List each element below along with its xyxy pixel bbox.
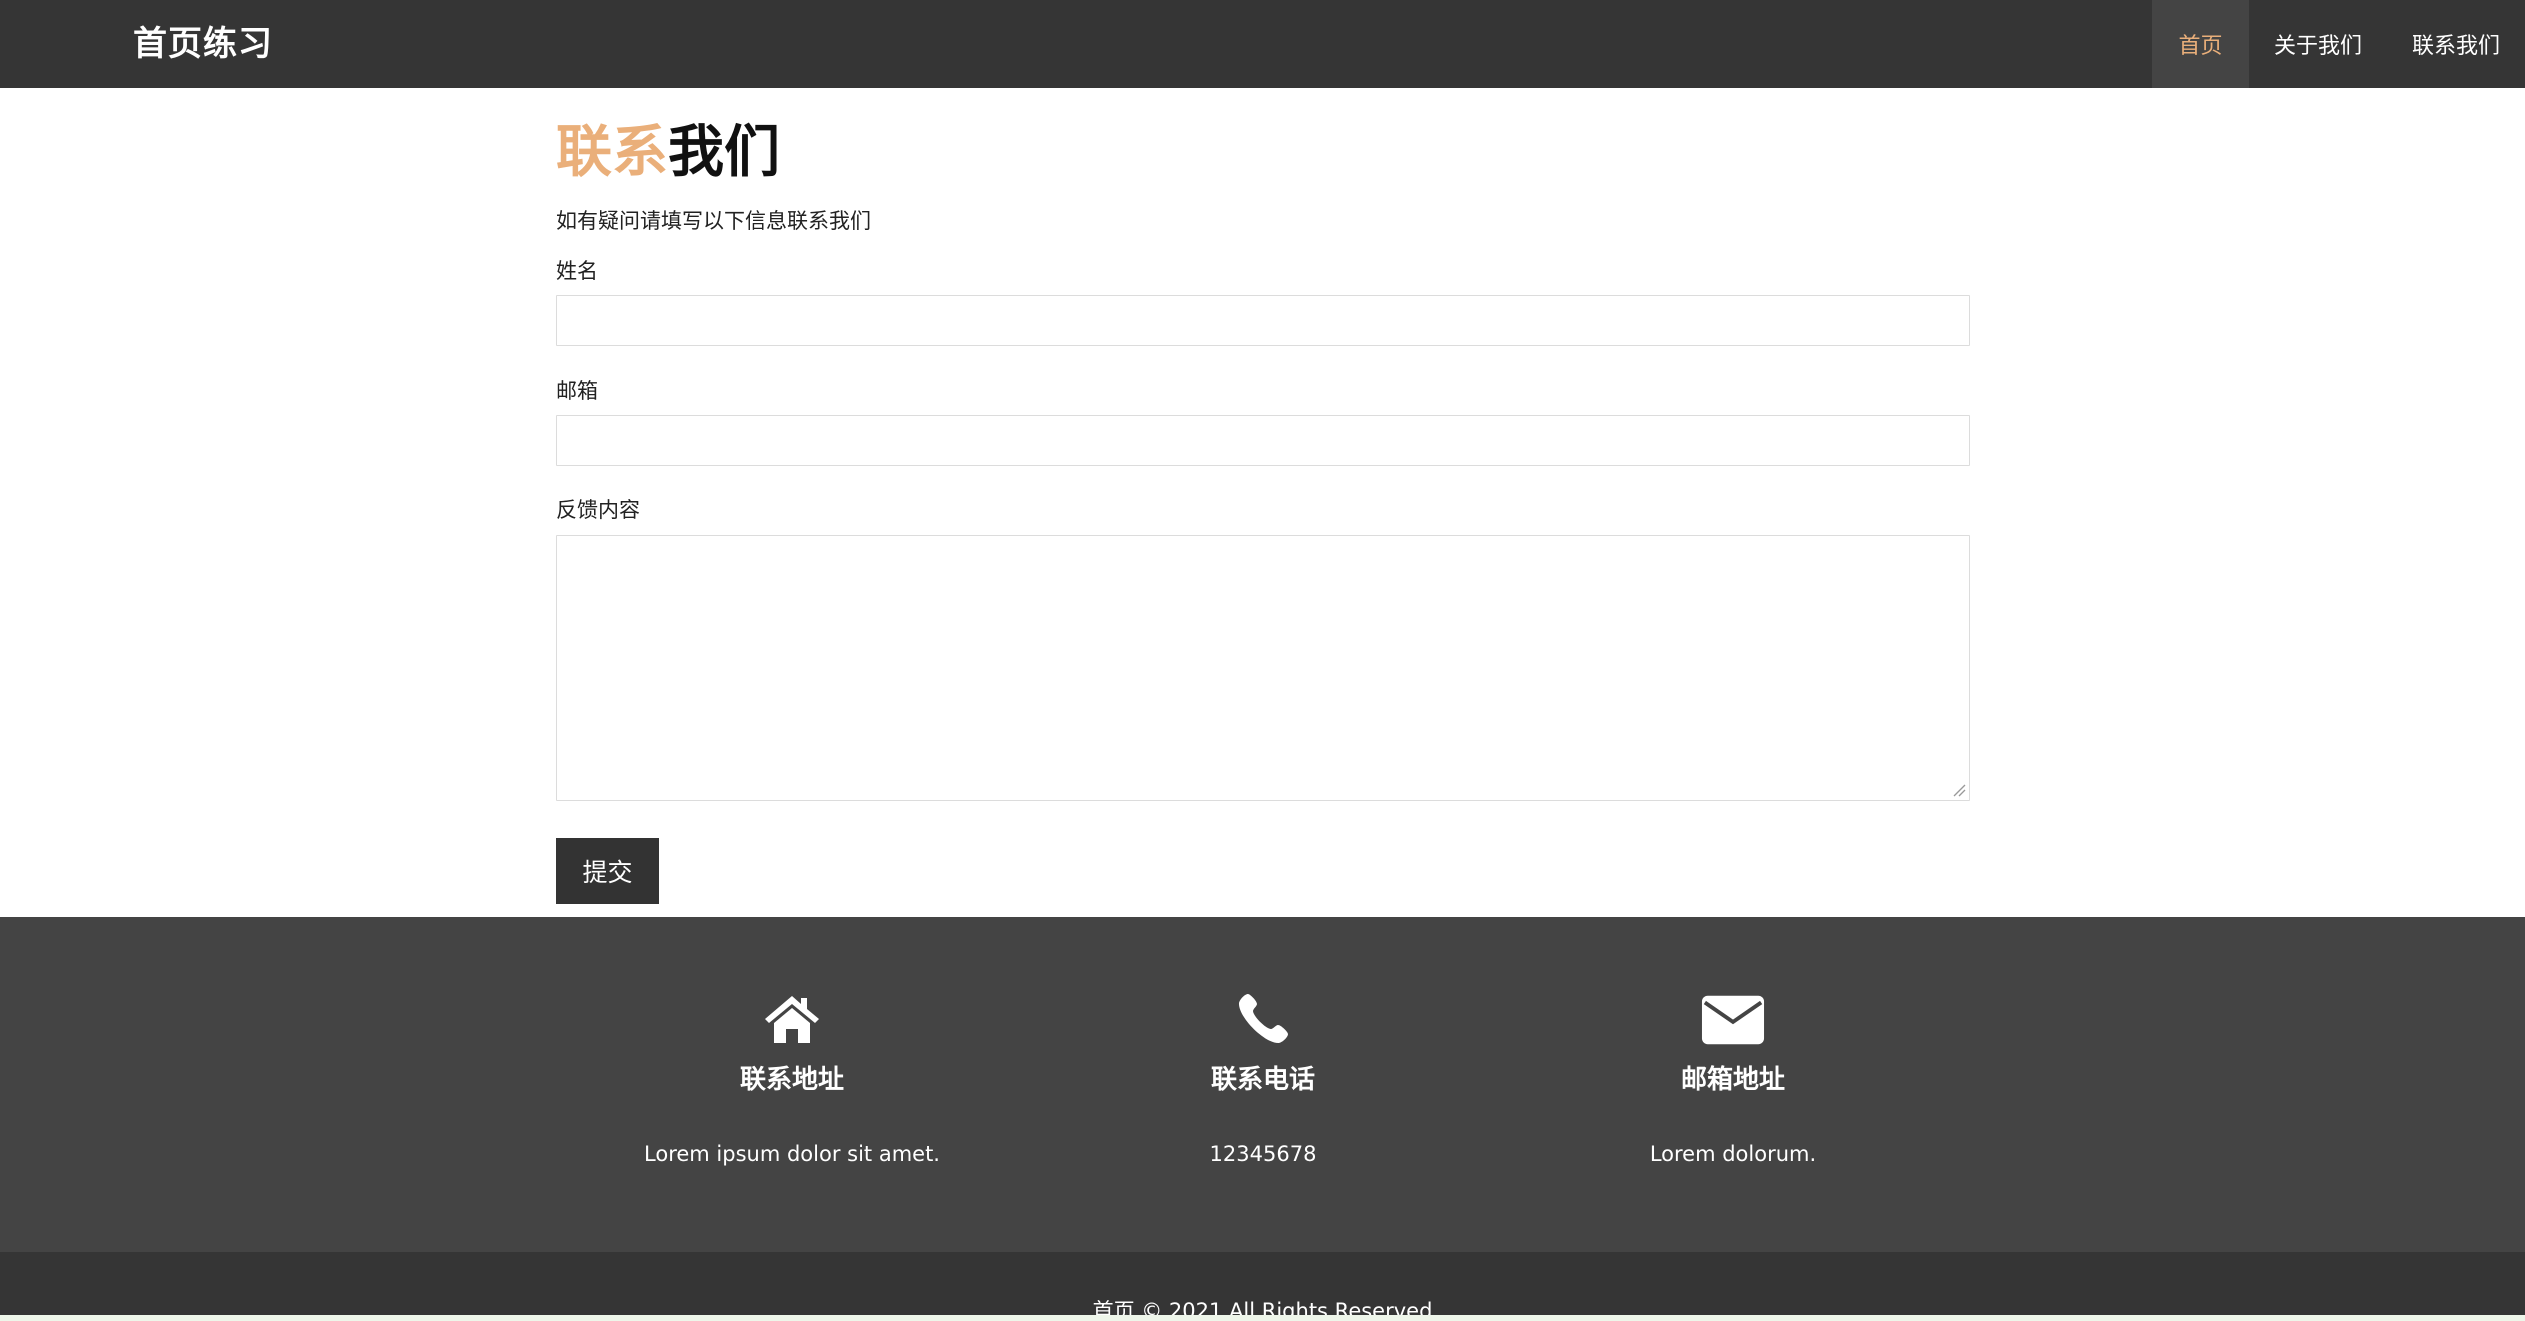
top-navbar: 首页练习 首页 关于我们 联系我们 bbox=[0, 0, 2525, 88]
name-input[interactable] bbox=[556, 295, 1970, 346]
page-title-rest: 我们 bbox=[668, 120, 780, 185]
phone-icon bbox=[1231, 987, 1295, 1051]
site-brand[interactable]: 首页练习 bbox=[133, 22, 273, 66]
main-nav: 首页 关于我们 联系我们 bbox=[2152, 0, 2525, 88]
envelope-icon bbox=[1701, 987, 1765, 1051]
submit-button[interactable]: 提交 bbox=[556, 838, 659, 904]
page-title: 联系我们 bbox=[556, 118, 780, 188]
contact-info-section: 联系地址 Lorem ipsum dolor sit amet. 联系电话 12… bbox=[0, 917, 2525, 1252]
nav-item-home[interactable]: 首页 bbox=[2152, 0, 2249, 88]
email-input[interactable] bbox=[556, 415, 1970, 466]
home-icon bbox=[760, 987, 824, 1051]
info-title: 联系电话 bbox=[1210, 1065, 1315, 1095]
footer-strip bbox=[0, 1315, 2525, 1321]
info-text: 12345678 bbox=[1209, 1142, 1317, 1166]
email-label: 邮箱 bbox=[556, 379, 598, 403]
info-text: Lorem ipsum dolor sit amet. bbox=[644, 1142, 940, 1166]
page-title-accent: 联系 bbox=[556, 120, 668, 185]
resize-grip-icon[interactable] bbox=[1952, 783, 1966, 797]
info-title: 邮箱地址 bbox=[1680, 1065, 1785, 1095]
nav-item-about[interactable]: 关于我们 bbox=[2249, 0, 2387, 88]
info-title: 联系地址 bbox=[739, 1065, 844, 1095]
page-footer: 首页 © 2021 All Rights Reserved bbox=[0, 1252, 2525, 1321]
contact-intro: 如有疑问请填写以下信息联系我们 bbox=[556, 209, 871, 233]
feedback-textarea[interactable] bbox=[556, 535, 1970, 801]
nav-item-contact[interactable]: 联系我们 bbox=[2387, 0, 2525, 88]
name-label: 姓名 bbox=[556, 259, 598, 283]
feedback-label: 反馈内容 bbox=[556, 498, 640, 522]
info-text: Lorem dolorum. bbox=[1649, 1142, 1817, 1166]
